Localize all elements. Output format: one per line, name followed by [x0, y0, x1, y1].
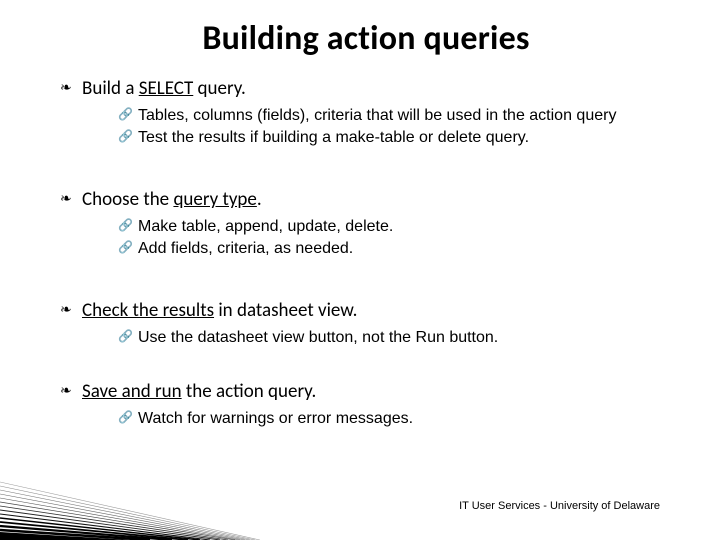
corner-decoration: [0, 476, 260, 540]
sub-list: Tables, columns (fields), criteria that …: [118, 106, 672, 148]
bullet-list: Build a SELECT query. Tables, columns (f…: [60, 77, 672, 429]
sub-item: Use the datasheet view button, not the R…: [118, 328, 672, 348]
sub-list: Use the datasheet view button, not the R…: [118, 328, 672, 348]
sub-item: Make table, append, update, delete.: [118, 217, 672, 237]
lead-suffix: .: [257, 188, 262, 211]
lead-underline: SELECT: [139, 77, 194, 100]
lead-prefix: Choose the: [82, 188, 173, 211]
lead-underline: Save and run: [82, 380, 182, 403]
page-title: Building action queries: [60, 18, 672, 59]
spacer: [60, 352, 672, 380]
sub-list: Make table, append, update, delete. Add …: [118, 217, 672, 259]
lead-underline: Check the results: [82, 299, 214, 322]
lead-suffix: the action query.: [182, 380, 317, 403]
spacer: [60, 152, 672, 188]
bullet-lead: Save and run the action query.: [82, 380, 316, 403]
bullet-lead: Build a SELECT query.: [82, 77, 246, 100]
sub-item: Tables, columns (fields), criteria that …: [118, 106, 672, 126]
sub-item: Watch for warnings or error messages.: [118, 409, 672, 429]
sub-item: Test the results if building a make-tabl…: [118, 128, 672, 148]
lead-suffix: query.: [193, 77, 246, 100]
spacer: [60, 263, 672, 299]
sub-item: Add fields, criteria, as needed.: [118, 239, 672, 259]
bullet-lead: Check the results in datasheet view.: [82, 299, 357, 322]
sub-list: Watch for warnings or error messages.: [118, 409, 672, 429]
bullet-item: Choose the query type. Make table, appen…: [60, 188, 672, 259]
bullet-item: Save and run the action query. Watch for…: [60, 380, 672, 429]
bullet-lead: Choose the query type.: [82, 188, 262, 211]
slide: Building action queries Build a SELECT q…: [0, 0, 720, 540]
lead-prefix: Build a: [82, 77, 139, 100]
lead-suffix: in datasheet view.: [214, 299, 357, 322]
bullet-item: Build a SELECT query. Tables, columns (f…: [60, 77, 672, 148]
footer-text: IT User Services - University of Delawar…: [459, 500, 660, 512]
bullet-item: Check the results in datasheet view. Use…: [60, 299, 672, 348]
lead-underline: query type: [173, 188, 256, 211]
